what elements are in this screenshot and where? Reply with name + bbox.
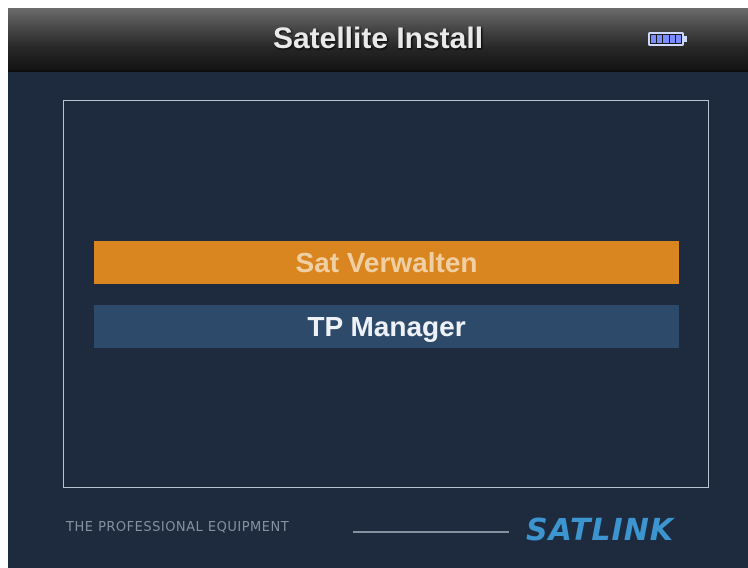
menu-item-sat-verwalten[interactable]: Sat Verwalten <box>94 241 679 284</box>
battery-cell <box>663 35 669 43</box>
battery-cell <box>657 35 663 43</box>
footer-tagline: THE PROFESSIONAL EQUIPMENT <box>66 520 290 535</box>
menu-item-tp-manager[interactable]: TP Manager <box>94 305 679 348</box>
battery-cell <box>651 35 657 43</box>
battery-cell <box>669 35 675 43</box>
brand-logo: SATLINK <box>526 513 675 548</box>
battery-icon <box>648 32 684 46</box>
battery-cap <box>684 36 687 42</box>
battery-cell <box>675 35 682 43</box>
title-bar: Satellite Install <box>8 8 748 72</box>
footer-divider <box>353 531 509 533</box>
page-title: Satellite Install <box>272 22 484 55</box>
menu-frame <box>63 100 709 488</box>
device-screen: Satellite Install Sat Verwalten TP Manag… <box>8 8 748 568</box>
